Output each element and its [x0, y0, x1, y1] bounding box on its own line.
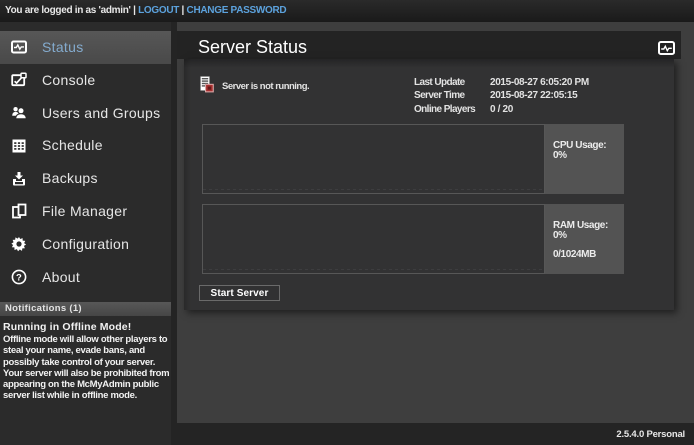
svg-text:?: ? [16, 272, 22, 283]
